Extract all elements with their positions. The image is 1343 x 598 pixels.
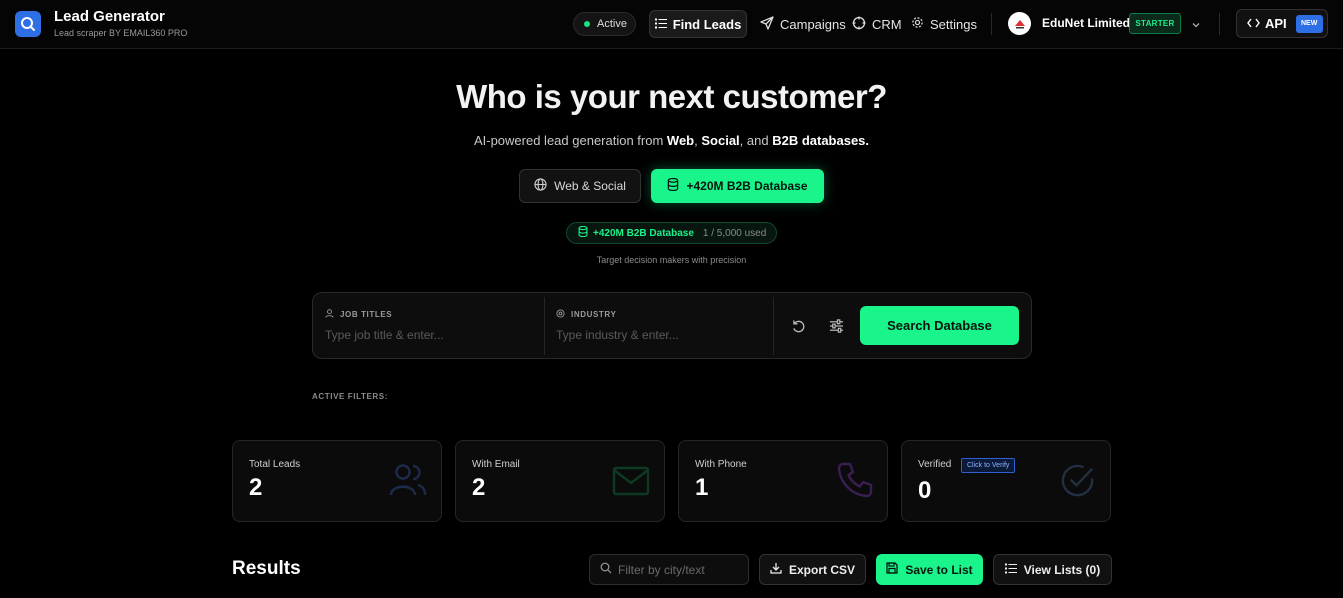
filter-field[interactable] <box>589 554 749 585</box>
export-csv-label: Export CSV <box>788 562 855 577</box>
header-divider <box>991 13 992 35</box>
hero-title: Who is your next customer? <box>456 78 887 115</box>
api-label: API <box>1265 16 1287 31</box>
search-database-button[interactable]: Search Database <box>860 306 1019 345</box>
reset-icon[interactable] <box>785 313 811 339</box>
stat-value: 1 <box>695 474 709 501</box>
header-divider <box>1219 13 1220 35</box>
mail-icon <box>612 466 650 501</box>
mode-web-social-label: Web & Social <box>554 179 626 193</box>
hero-hint: Target decision makers with precision <box>596 255 747 265</box>
industry-field[interactable]: INDUSTRY <box>544 298 773 354</box>
user-icon <box>325 309 334 320</box>
view-lists-label: View Lists (0) <box>1023 562 1101 577</box>
hero-subtitle: AI-powered lead generation from Web, Soc… <box>473 133 870 148</box>
stat-card-verified: Verified Click to Verify 0 <box>901 440 1111 522</box>
save-to-list-button[interactable]: Save to List <box>876 554 983 585</box>
mode-b2b-database-button[interactable]: +420M B2B Database <box>651 169 824 203</box>
save-to-list-label: Save to List <box>905 562 973 577</box>
new-badge: NEW <box>1295 14 1323 33</box>
stat-value: 2 <box>249 474 263 501</box>
org-avatar[interactable] <box>1008 12 1031 35</box>
stat-label: With Phone <box>695 459 747 470</box>
stat-label: Total Leads <box>249 459 301 470</box>
globe-icon <box>534 178 547 194</box>
results-title: Results <box>232 558 301 579</box>
nav-campaigns-label: Campaigns <box>780 16 846 32</box>
active-filters-label: ACTIVE FILTERS: <box>312 392 388 401</box>
send-icon <box>760 15 774 33</box>
check-circle-icon <box>1059 462 1096 504</box>
field-divider <box>773 297 774 355</box>
stat-label: Verified <box>918 459 952 470</box>
save-icon <box>886 562 898 577</box>
database-icon <box>578 225 588 240</box>
nav-find-leads[interactable]: Find Leads <box>649 10 747 38</box>
stat-label: With Email <box>472 459 520 470</box>
stat-card-total-leads: Total Leads 2 <box>232 440 442 522</box>
quota-label: +420M B2B Database <box>593 227 694 239</box>
industry-input[interactable] <box>556 326 756 344</box>
chevron-down-icon[interactable] <box>1191 17 1201 35</box>
org-name[interactable]: EduNet Limited <box>1042 16 1130 30</box>
sliders-icon[interactable] <box>823 313 849 339</box>
industry-label: INDUSTRY <box>571 310 617 319</box>
top-header: Lead Generator Lead scraper BY EMAIL360 … <box>0 0 1343 49</box>
mode-web-social-button[interactable]: Web & Social <box>519 169 641 203</box>
plan-badge: STARTER <box>1129 13 1181 34</box>
filter-input[interactable] <box>618 562 738 577</box>
quota-badge: +420M B2B Database 1 / 5,000 used <box>566 222 777 244</box>
job-titles-field[interactable]: JOB TITLES <box>313 298 544 354</box>
download-icon <box>770 562 782 577</box>
users-icon <box>389 462 427 503</box>
export-csv-button[interactable]: Export CSV <box>759 554 866 585</box>
nav-settings[interactable]: Settings <box>911 10 977 38</box>
status-badge: Active <box>573 12 636 36</box>
industry-icon <box>556 309 565 320</box>
search-icon <box>600 561 612 579</box>
stat-card-with-email: With Email 2 <box>455 440 665 522</box>
stat-value: 2 <box>472 474 486 501</box>
click-to-verify-button[interactable]: Click to Verify <box>961 458 1016 473</box>
job-titles-label: JOB TITLES <box>340 310 393 319</box>
nav-find-leads-label: Find Leads <box>672 16 742 32</box>
database-icon <box>667 177 679 194</box>
api-button[interactable]: API NEW <box>1236 9 1328 38</box>
job-titles-input[interactable] <box>325 326 525 344</box>
code-icon <box>1247 16 1260 31</box>
status-label: Active <box>597 18 627 30</box>
phone-icon <box>837 462 873 503</box>
crosshair-icon <box>852 16 866 33</box>
gear-icon <box>911 16 924 32</box>
status-dot-icon <box>584 21 590 27</box>
nav-crm[interactable]: CRM <box>852 10 902 38</box>
nav-campaigns[interactable]: Campaigns <box>760 10 846 38</box>
stat-card-with-phone: With Phone 1 <box>678 440 888 522</box>
nav-settings-label: Settings <box>930 16 977 32</box>
list-icon <box>654 17 667 32</box>
search-panel: JOB TITLES INDUSTRY Search Database <box>312 292 1032 359</box>
nav-crm-label: CRM <box>872 16 902 32</box>
mode-b2b-database-label: +420M B2B Database <box>686 179 808 193</box>
list-icon <box>1004 563 1017 577</box>
brand-subtitle: Lead scraper BY EMAIL360 PRO <box>54 28 188 38</box>
quota-used: 1 / 5,000 used <box>702 227 767 239</box>
brand-title: Lead Generator <box>54 8 165 25</box>
logo-search-icon[interactable] <box>15 11 41 37</box>
stat-value: 0 <box>918 477 932 504</box>
view-lists-button[interactable]: View Lists (0) <box>993 554 1112 585</box>
